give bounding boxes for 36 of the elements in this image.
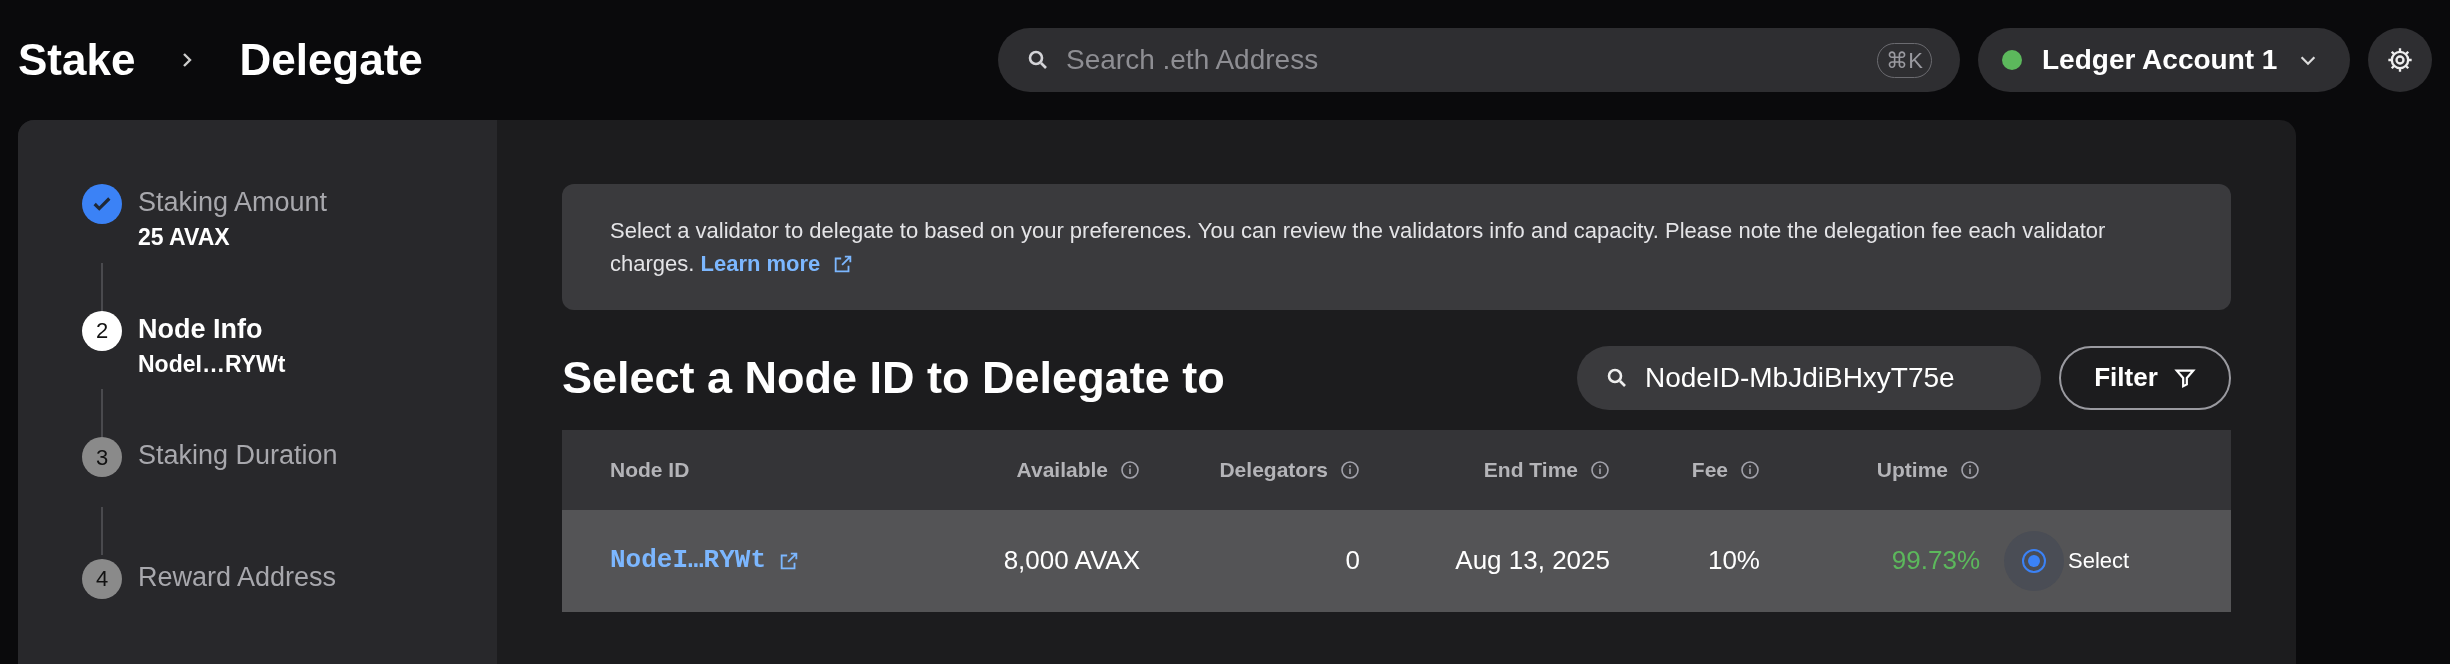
- node-search-input[interactable]: NodeID-MbJdiBHxyT75e: [1645, 356, 2013, 399]
- table-cell-text: Aug 13, 2025: [1454, 544, 1610, 577]
- step-number: 2: [82, 310, 122, 351]
- table-cell-text: 10%: [1706, 544, 1760, 577]
- filter-button[interactable]: Filter: [2059, 345, 2231, 410]
- node-search-field[interactable]: NodeID-MbJdiBHxyT75e: [1577, 345, 2041, 410]
- table-row[interactable]: NodeI…RYWt 8,000 AVAX 0 Aug 13, 2025 10% 99.73% Select: [562, 509, 2231, 612]
- search-field[interactable]: Search .eth Address ⌘K: [998, 28, 1960, 92]
- node-id-link[interactable]: NodeI…RYWt: [610, 541, 767, 580]
- column-header: Fee: [1691, 456, 1728, 483]
- table-cell-text: 99.73%: [1890, 544, 1980, 577]
- step-number: 3: [82, 437, 122, 477]
- step-label: Reward Address: [138, 560, 337, 594]
- search-input[interactable]: Search .eth Address: [1066, 39, 1862, 81]
- column-header: End Time: [1483, 456, 1578, 483]
- column-header: Uptime: [1876, 456, 1948, 483]
- step-value: 25 AVAX: [138, 223, 231, 252]
- check-icon: [82, 184, 122, 224]
- column-header: Available: [1016, 456, 1108, 483]
- account-button[interactable]: Ledger Account 1: [1978, 28, 2350, 92]
- learn-more-link[interactable]: Learn more: [700, 247, 855, 280]
- table-cell-text: 0: [1344, 544, 1360, 577]
- radio-label: Select: [2068, 547, 2130, 575]
- step-label: Staking Amount: [138, 186, 328, 219]
- step-label: Staking Duration: [138, 439, 338, 472]
- page-title: Delegate: [239, 34, 423, 86]
- step-value: NodeI…RYWt: [138, 349, 286, 379]
- info-text: Select a validator to delegate to based on your preferences. You can review the validators info and capacity. Please note the delegation fee each validator charges. Learn more: [610, 214, 2150, 280]
- section-heading: Select a Node ID to Delegate to: [562, 351, 1225, 405]
- column-header: Node ID: [610, 456, 690, 483]
- step-label: Node Info: [138, 312, 264, 346]
- settings-icon: [2386, 46, 2414, 74]
- step-number: 4: [82, 558, 122, 599]
- column-header: Delegators: [1219, 456, 1328, 483]
- table-cell-text: 8,000 AVAX: [1002, 544, 1140, 577]
- breadcrumb-link[interactable]: Stake: [18, 27, 136, 93]
